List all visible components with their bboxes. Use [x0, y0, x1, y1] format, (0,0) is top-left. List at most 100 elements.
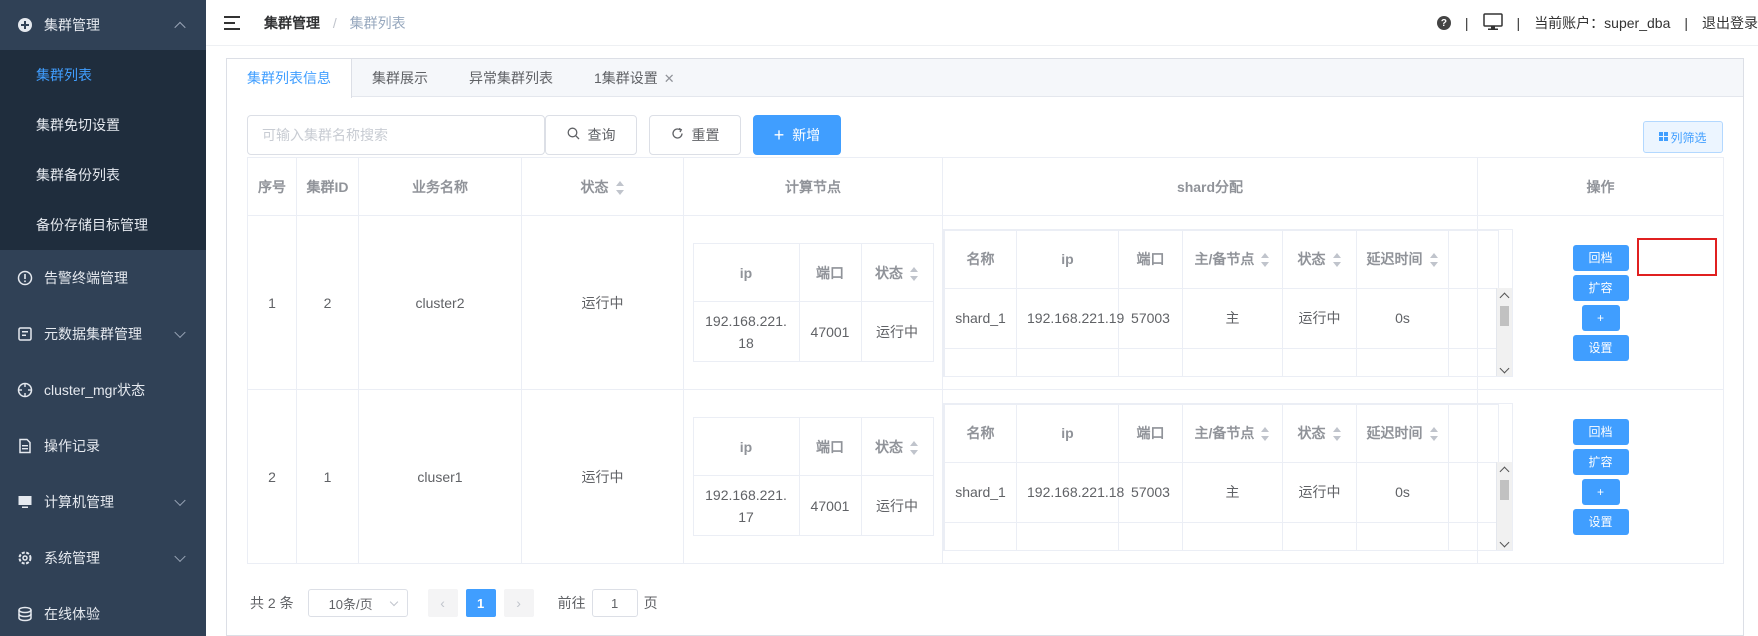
- compute-header-status-label: 状态: [875, 264, 903, 281]
- next-page-button[interactable]: ›: [503, 589, 534, 617]
- expand-button[interactable]: 扩容: [1572, 448, 1629, 475]
- toolbar: 查询 重置 + 新增 列筛选: [247, 115, 1723, 155]
- scroll-down-icon[interactable]: [1499, 363, 1510, 373]
- sidebar-item-label: 元数据集群管理: [44, 326, 142, 342]
- sidebar-item-computer-management[interactable]: 计算机管理: [0, 474, 206, 530]
- sidebar-item-label: cluster_mgr状态: [44, 382, 146, 398]
- hamburger-icon[interactable]: [224, 15, 240, 30]
- sidebar-item-alert-terminal[interactable]: 告警终端管理: [0, 250, 206, 306]
- cell-index: 2: [247, 389, 297, 564]
- cell-index: 1: [247, 215, 297, 390]
- reset-button[interactable]: 重置: [649, 115, 741, 155]
- compute-status: 运行中: [860, 475, 934, 536]
- target-icon: [16, 381, 34, 399]
- rollback-button[interactable]: 回档: [1572, 244, 1629, 271]
- shard-header-delay[interactable]: 延迟时间: [1356, 403, 1449, 463]
- sidebar-item-label: 操作记录: [44, 438, 100, 454]
- sort-icon[interactable]: [909, 266, 919, 281]
- shard-header-port: 端口: [1118, 403, 1183, 463]
- tab-cluster-list-info[interactable]: 集群列表信息: [227, 59, 352, 98]
- sidebar-item-metadata-cluster[interactable]: 元数据集群管理: [0, 306, 206, 362]
- shard-header-status[interactable]: 状态: [1282, 403, 1357, 463]
- chevron-down-icon: [174, 494, 186, 507]
- add-shard-button[interactable]: +: [1581, 478, 1620, 505]
- shard-table-wrapper[interactable]: 名称 ip 端口 主/备节点 状态 延迟时间 shard_1 192.168.2…: [943, 402, 1513, 551]
- shard-table-wrapper[interactable]: 名称 ip 端口 主/备节点 状态 延迟时间 shard_1 192.168.2…: [943, 228, 1513, 377]
- goto-page-input[interactable]: [591, 589, 638, 617]
- scroll-up-icon[interactable]: [1499, 292, 1510, 302]
- stack-icon: [16, 605, 34, 623]
- sort-icon[interactable]: [1332, 253, 1342, 268]
- chevron-down-icon: [174, 326, 186, 339]
- shard-header-status[interactable]: 状态: [1282, 229, 1357, 289]
- scrollbar-thumb[interactable]: [1500, 305, 1509, 326]
- shard-delay: 0s: [1356, 461, 1449, 523]
- prev-page-button[interactable]: ‹: [427, 589, 458, 617]
- sidebar-item-online-trial[interactable]: 在线体验: [0, 586, 206, 636]
- chevron-down-icon: [389, 597, 398, 607]
- shard-scrollbar[interactable]: [1496, 287, 1512, 376]
- compute-ip: 192.168.221.18: [692, 301, 800, 362]
- header-cluster-id: 集群ID: [296, 157, 359, 216]
- page-number-current[interactable]: 1: [465, 589, 496, 617]
- chevron-down-icon: [174, 550, 186, 563]
- sort-icon[interactable]: [1429, 427, 1439, 442]
- sort-icon[interactable]: [1260, 427, 1270, 442]
- query-button[interactable]: 查询: [545, 115, 637, 155]
- tab-abnormal-cluster-list[interactable]: 异常集群列表: [449, 59, 574, 96]
- shard-header-role[interactable]: 主/备节点: [1182, 403, 1283, 463]
- shard-role: 主: [1182, 461, 1283, 523]
- cell-operations: 回档 扩容 + 设置: [1477, 389, 1724, 564]
- tab-bar: 集群列表信息 集群展示 异常集群列表 1集群设置 ✕: [227, 59, 1743, 98]
- submenu-item-cluster-list[interactable]: 集群列表: [0, 50, 206, 100]
- shard-header-status-label: 状态: [1297, 425, 1326, 441]
- shard-scrollbar[interactable]: [1496, 461, 1512, 550]
- sidebar-item-system-management[interactable]: 系统管理: [0, 530, 206, 586]
- compute-header-ip: ip: [692, 417, 800, 476]
- sort-icon[interactable]: [1429, 253, 1439, 268]
- expand-button[interactable]: 扩容: [1572, 274, 1629, 301]
- settings-button[interactable]: 设置: [1572, 334, 1629, 361]
- chevron-up-icon: [174, 21, 186, 34]
- sort-icon[interactable]: [1260, 253, 1270, 268]
- sidebar-item-cluster-management[interactable]: 集群管理: [0, 0, 206, 50]
- scrollbar-thumb[interactable]: [1500, 479, 1509, 500]
- rollback-button[interactable]: 回档: [1572, 418, 1629, 445]
- sort-icon[interactable]: [909, 440, 919, 455]
- tab-cluster-display[interactable]: 集群展示: [352, 59, 449, 96]
- compute-header-status[interactable]: 状态: [860, 417, 934, 476]
- sidebar-item-cluster-mgr-status[interactable]: cluster_mgr状态: [0, 362, 206, 418]
- shard-header-delay[interactable]: 延迟时间: [1356, 229, 1449, 289]
- add-shard-button[interactable]: +: [1581, 304, 1620, 331]
- settings-button[interactable]: 设置: [1572, 508, 1629, 535]
- pagination: 共 2 条 10条/页 ‹ 1 › 前往 页: [250, 589, 658, 617]
- breadcrumb-current: 集群列表: [349, 14, 406, 31]
- shard-header-ip: ip: [1016, 403, 1119, 463]
- close-icon[interactable]: ✕: [664, 71, 675, 86]
- column-filter-button[interactable]: 列筛选: [1643, 121, 1723, 153]
- help-icon[interactable]: ?: [1436, 16, 1451, 30]
- screen-icon[interactable]: [1482, 12, 1503, 34]
- sidebar-item-label: 计算机管理: [44, 494, 114, 510]
- scroll-down-icon[interactable]: [1499, 537, 1510, 547]
- sort-icon[interactable]: [615, 180, 625, 195]
- submenu-item-backup-storage[interactable]: 备份存储目标管理: [0, 200, 206, 250]
- submenu-item-backup-list[interactable]: 集群备份列表: [0, 150, 206, 200]
- plus-circle-icon: [16, 16, 34, 34]
- query-label: 查询: [587, 127, 616, 143]
- compute-header-status[interactable]: 状态: [860, 243, 934, 302]
- sidebar-item-operation-log[interactable]: 操作记录: [0, 418, 206, 474]
- logout-link[interactable]: 退出登录: [1702, 13, 1758, 33]
- search-icon: [567, 127, 580, 143]
- shard-header-role[interactable]: 主/备节点: [1182, 229, 1283, 289]
- shard-empty: [944, 347, 1017, 376]
- submenu-item-failover-settings[interactable]: 集群免切设置: [0, 100, 206, 150]
- breadcrumb-item[interactable]: 集群管理: [264, 15, 320, 31]
- sort-icon[interactable]: [1332, 427, 1342, 442]
- tab-cluster-settings[interactable]: 1集群设置 ✕: [574, 59, 696, 96]
- scroll-up-icon[interactable]: [1499, 466, 1510, 476]
- page-size-select[interactable]: 10条/页: [307, 589, 408, 617]
- add-button[interactable]: + 新增: [753, 115, 841, 155]
- header-status[interactable]: 状态: [521, 157, 684, 216]
- search-input[interactable]: [247, 115, 545, 155]
